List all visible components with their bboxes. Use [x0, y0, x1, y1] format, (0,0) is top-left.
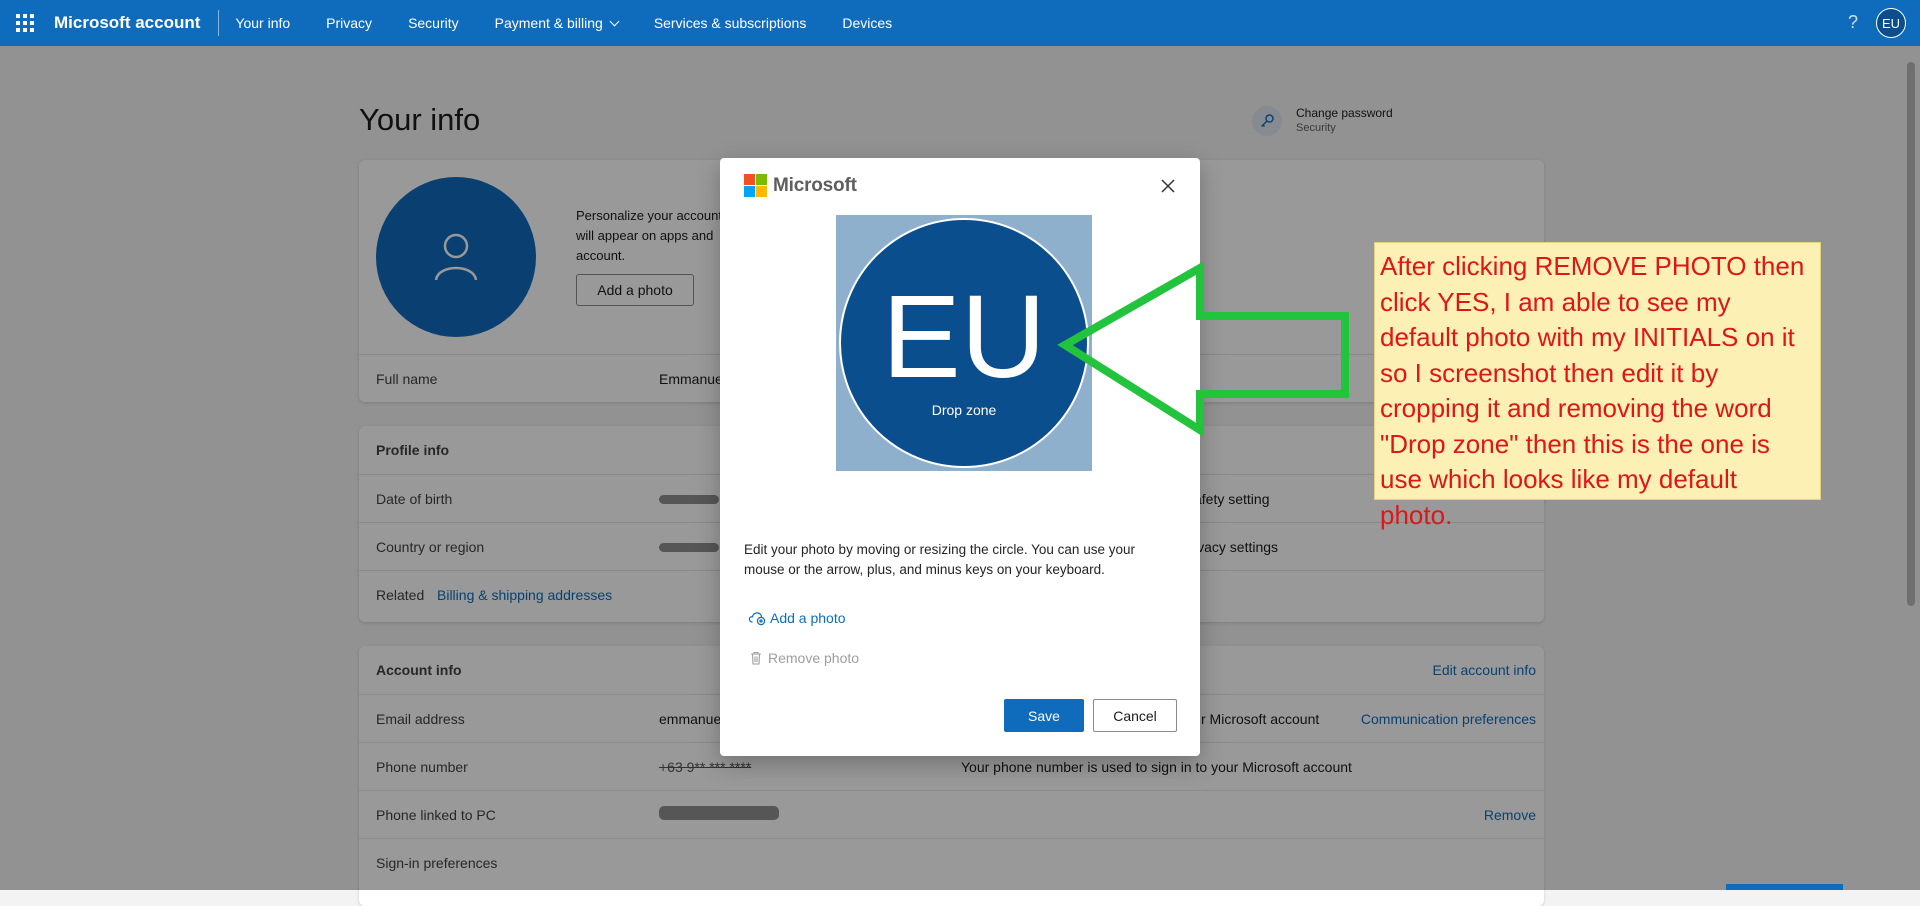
- cloud-upload-icon: [748, 612, 766, 626]
- brand-title[interactable]: Microsoft account: [54, 10, 220, 36]
- dialog-remove-photo-button[interactable]: Remove photo: [748, 650, 859, 666]
- microsoft-logo: Microsoft: [744, 174, 857, 197]
- dialog-remove-photo-label: Remove photo: [768, 650, 860, 666]
- edit-photo-dialog: Microsoft EU Drop zone Edit your photo b…: [720, 158, 1200, 756]
- trash-icon: [751, 651, 761, 665]
- drop-zone-label: Drop zone: [931, 402, 997, 418]
- microsoft-wordmark: Microsoft: [773, 174, 857, 196]
- help-icon[interactable]: ?: [1848, 12, 1858, 33]
- cancel-button[interactable]: Cancel: [1093, 699, 1177, 732]
- edit-photo-description: Edit your photo by moving or resizing th…: [744, 542, 1135, 577]
- top-nav: Microsoft account Your info Privacy Secu…: [0, 0, 1920, 46]
- annotation-arrow-icon: [1057, 261, 1349, 438]
- partial-button: [1726, 884, 1843, 890]
- nav-payment-billing-label: Payment & billing: [494, 15, 603, 31]
- microsoft-logo-icon: [744, 174, 767, 197]
- crop-circle[interactable]: EU Drop zone: [839, 218, 1089, 468]
- save-button[interactable]: Save: [1004, 699, 1084, 732]
- page-scrollbar[interactable]: [1907, 62, 1915, 606]
- account-avatar[interactable]: EU: [1876, 8, 1906, 38]
- annotation-note: After clicking REMOVE PHOTO then click Y…: [1374, 242, 1821, 530]
- nav-security[interactable]: Security: [408, 0, 459, 46]
- nav-services-subscriptions[interactable]: Services & subscriptions: [654, 0, 807, 46]
- nav-privacy[interactable]: Privacy: [326, 0, 372, 46]
- chevron-down-icon: [609, 16, 620, 27]
- app-launcher-icon[interactable]: [14, 12, 36, 34]
- dialog-add-photo-button[interactable]: Add a photo: [748, 610, 846, 626]
- dialog-add-photo-label: Add a photo: [770, 610, 846, 626]
- nav-devices[interactable]: Devices: [842, 0, 892, 46]
- nav-your-info[interactable]: Your info: [235, 0, 290, 46]
- nav-payment-billing[interactable]: Payment & billing: [494, 0, 620, 46]
- close-icon[interactable]: [1160, 178, 1176, 194]
- initials-text: EU: [882, 271, 1046, 403]
- photo-crop-area[interactable]: EU Drop zone: [836, 215, 1092, 471]
